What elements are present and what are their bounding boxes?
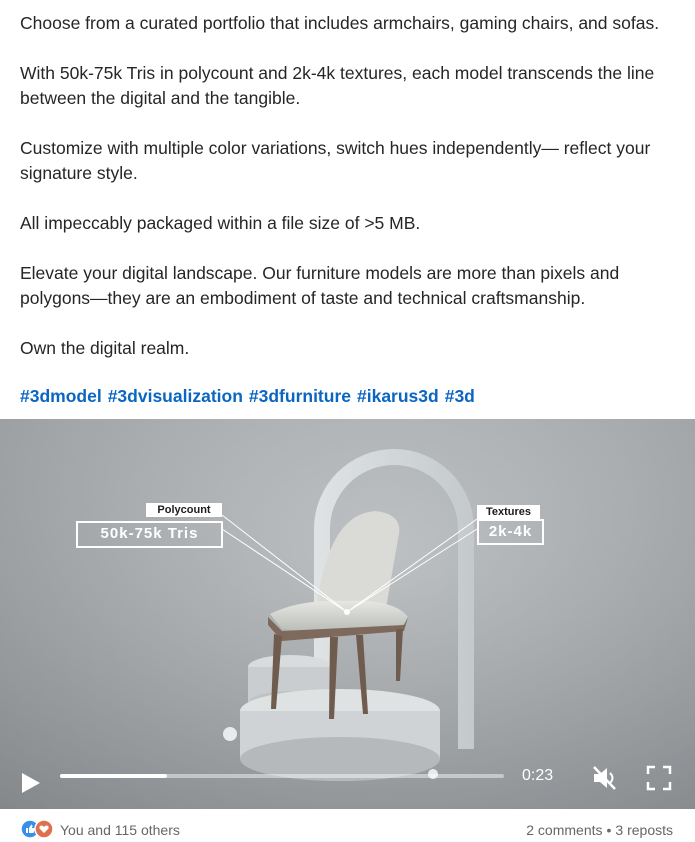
- fullscreen-icon[interactable]: [646, 765, 672, 791]
- hashtag-link[interactable]: #3dfurniture: [249, 386, 351, 406]
- current-time: 0:23: [522, 767, 554, 784]
- video-controls: 0:23: [0, 759, 695, 809]
- hashtag-link[interactable]: #3dvisualization: [108, 386, 243, 406]
- post-paragraph: Elevate your digital landscape. Our furn…: [20, 263, 620, 308]
- polycount-value: 50k-75k Tris: [76, 521, 223, 548]
- hashtag-link[interactable]: #3dmodel: [20, 386, 102, 406]
- play-icon[interactable]: [22, 773, 40, 793]
- post-paragraph: Customize with multiple color variations…: [20, 138, 651, 183]
- separator-dot: •: [606, 822, 612, 838]
- social-counts: You and 115 others 2 comments • 3 reposts: [0, 812, 695, 842]
- comments-link[interactable]: 2 comments: [526, 822, 602, 838]
- textures-label: Textures: [477, 505, 540, 519]
- video-player[interactable]: Polycount 50k-75k Tris Textures 2k-4k 0:…: [0, 419, 695, 809]
- post-paragraph: All impeccably packaged within a file si…: [20, 213, 421, 233]
- post-body: Choose from a curated portfolio that inc…: [20, 11, 685, 386]
- textures-value: 2k-4k: [477, 519, 544, 545]
- post-paragraph: Own the digital realm.: [20, 338, 190, 358]
- post-paragraph: With 50k-75k Tris in polycount and 2k-4k…: [20, 63, 655, 108]
- post-paragraph: Choose from a curated portfolio that inc…: [20, 13, 660, 33]
- hashtag-link[interactable]: #ikarus3d: [357, 386, 439, 406]
- reaction-count[interactable]: You and 115 others: [60, 822, 180, 838]
- hashtag-list: #3dmodel #3dvisualization #3dfurniture #ika…: [20, 386, 481, 407]
- reaction-icons[interactable]: [20, 819, 56, 839]
- progress-bar[interactable]: [60, 774, 504, 778]
- engagement-links: 2 comments • 3 reposts: [526, 822, 673, 838]
- muted-speaker-icon[interactable]: [590, 765, 620, 791]
- reposts-link[interactable]: 3 reposts: [615, 822, 673, 838]
- polycount-label: Polycount: [146, 503, 222, 517]
- video-frame: [0, 419, 695, 809]
- hashtag-link[interactable]: #3d: [445, 386, 475, 406]
- progress-fill: [60, 774, 167, 778]
